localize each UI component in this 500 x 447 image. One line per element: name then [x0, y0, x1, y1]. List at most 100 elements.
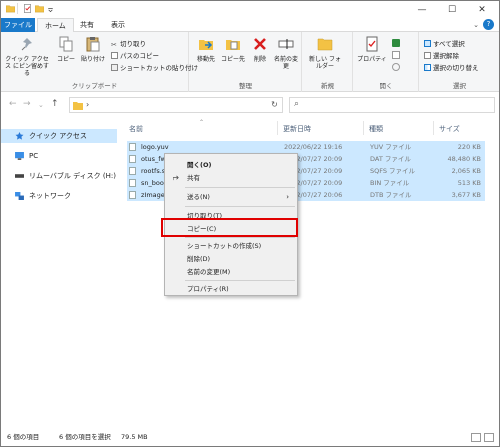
copy-path-button[interactable]: パスのコピー [111, 51, 159, 61]
delete-label: 削除 [253, 56, 266, 63]
minimize-button[interactable]: — [407, 1, 437, 18]
menu-item-create-shortcut[interactable]: ショートカットの作成(S) [167, 240, 295, 252]
tab-file[interactable]: ファイル [1, 18, 35, 32]
computer-icon [15, 152, 24, 160]
properties-button[interactable]: プロパティ [357, 36, 387, 63]
ribbon-tabs: ファイル ホーム 共有 表示 ⌄ ? [1, 18, 499, 33]
new-group-label: 新規 [321, 82, 334, 90]
paste-button[interactable]: 貼り付け [79, 36, 107, 63]
pin-quick-access-label: クイック アクセス にピン留めする [5, 56, 49, 77]
tab-view[interactable]: 表示 [104, 18, 132, 32]
ribbon: クイック アクセス にピン留めする コピー 貼り付け ✂ 切り取り パスのコピー … [1, 32, 499, 92]
close-button[interactable]: ✕ [467, 1, 497, 18]
column-header-type[interactable]: 種類 [369, 124, 383, 134]
pin-quick-access-button[interactable]: クイック アクセス にピン留めする [5, 36, 49, 77]
help-icon[interactable]: ? [483, 19, 494, 30]
menu-item-send-to[interactable]: 送る(N) › [167, 191, 295, 203]
select-none-button[interactable]: 選択解除 [424, 51, 459, 61]
address-bar[interactable]: › [69, 97, 283, 113]
menu-item-share[interactable]: 共有 [167, 172, 295, 184]
edit-icon[interactable] [392, 51, 400, 59]
column-header-size[interactable]: サイズ [439, 124, 460, 134]
column-separator[interactable] [363, 121, 364, 135]
move-to-icon [199, 40, 213, 50]
select-all-button[interactable]: すべて選択 [424, 39, 465, 49]
move-to-button[interactable]: 移動先 [193, 36, 219, 63]
title-bar: — ☐ ✕ [1, 1, 499, 18]
organize-group-label: 整理 [239, 82, 252, 90]
details-view-icon[interactable] [471, 433, 481, 442]
table-row[interactable]: logo.yuv 2022/06/22 19:16 YUV ファイル 220 K… [127, 141, 485, 153]
menu-item-rename[interactable]: 名前の変更(M) [167, 266, 295, 278]
history-icon[interactable] [392, 63, 400, 71]
refresh-icon[interactable]: ↻ [267, 97, 283, 113]
open-icon[interactable] [392, 39, 400, 47]
move-to-label: 移動先 [196, 56, 215, 63]
column-separator[interactable] [433, 121, 434, 135]
back-arrow-icon[interactable]: ← [9, 99, 17, 109]
paste-shortcut-button[interactable]: ショートカットの貼り付け [111, 63, 198, 73]
select-all-label: すべて選択 [433, 40, 465, 48]
nav-label-network: ネットワーク [29, 192, 71, 200]
file-type: BIN ファイル [370, 179, 410, 187]
tab-home[interactable]: ホーム [37, 18, 74, 33]
copy-to-button[interactable]: コピー先 [220, 36, 246, 63]
clipboard-group-label: クリップボード [71, 82, 118, 90]
file-icon [129, 155, 136, 163]
cut-button[interactable]: ✂ 切り取り [111, 39, 146, 49]
delete-button[interactable]: 削除 [247, 36, 273, 63]
column-header-name[interactable]: 名前 [129, 124, 143, 134]
file-type: DTB ファイル [370, 191, 412, 199]
rename-label: 名前の変更 [273, 56, 298, 70]
copy-label: コピー [56, 56, 75, 63]
maximize-button[interactable]: ☐ [437, 1, 467, 18]
properties-icon[interactable] [23, 4, 32, 13]
new-folder-icon[interactable] [35, 4, 44, 13]
nav-item-quick-access[interactable]: クイック アクセス [1, 129, 117, 143]
large-icons-view-icon[interactable] [484, 433, 494, 442]
select-none-label: 選択解除 [433, 52, 459, 60]
nav-item-pc[interactable]: PC [1, 149, 117, 163]
menu-item-open[interactable]: 開く(O) [167, 159, 295, 171]
menu-divider [185, 206, 295, 207]
tab-share[interactable]: 共有 [73, 18, 101, 32]
file-icon [129, 143, 136, 151]
file-size: 48,480 KB [447, 155, 481, 163]
status-bar: 6 個の項目 6 個の項目を選択 79.5 MB [1, 429, 499, 446]
chevron-down-icon[interactable]: ⌄ [473, 21, 479, 29]
column-header-modified[interactable]: 更新日時 [283, 124, 311, 134]
file-modified: 2022/06/22 19:16 [284, 143, 343, 151]
menu-item-properties[interactable]: プロパティ(R) [167, 283, 295, 295]
folder-icon [73, 102, 83, 110]
menu-item-delete[interactable]: 削除(D) [167, 253, 295, 265]
shortcut-icon [111, 64, 118, 71]
paste-label: 貼り付け [80, 56, 105, 63]
file-type: SQFS ファイル [370, 167, 416, 175]
forward-arrow-icon[interactable]: → [23, 99, 31, 109]
properties-label: プロパティ [357, 56, 387, 63]
search-input[interactable]: ⌕ [289, 97, 495, 113]
up-arrow-icon[interactable]: ↑ [51, 99, 59, 109]
nav-item-network[interactable]: ネットワーク [1, 189, 117, 203]
file-icon [129, 179, 136, 187]
pin-icon [21, 38, 32, 51]
status-item-count: 6 個の項目 [7, 433, 40, 441]
sort-up-icon: ⌃ [199, 119, 205, 126]
invert-selection-button[interactable]: 選択の切り替え [424, 63, 479, 73]
file-icon [129, 167, 136, 175]
menu-divider [185, 237, 295, 238]
rename-button[interactable]: 名前の変更 [273, 36, 299, 70]
new-folder-button[interactable]: 新しい フォルダー [307, 36, 343, 70]
menu-divider [185, 187, 295, 188]
file-name: logo.yuv [141, 143, 169, 151]
column-separator[interactable] [277, 121, 278, 135]
recent-locations-icon[interactable]: ⌄ [38, 101, 44, 109]
nav-item-removable-disk[interactable]: リムーバブル ディスク (H:) [1, 169, 117, 183]
file-name: rootfs.s [141, 167, 166, 175]
copy-button[interactable]: コピー [53, 36, 79, 63]
path-icon [111, 52, 118, 59]
file-type: DAT ファイル [370, 155, 411, 163]
group-organize: 移動先 コピー先 削除 名前の変更 整理 [190, 32, 302, 92]
dropdown-icon[interactable] [47, 4, 54, 13]
folder-icon[interactable] [6, 4, 15, 13]
